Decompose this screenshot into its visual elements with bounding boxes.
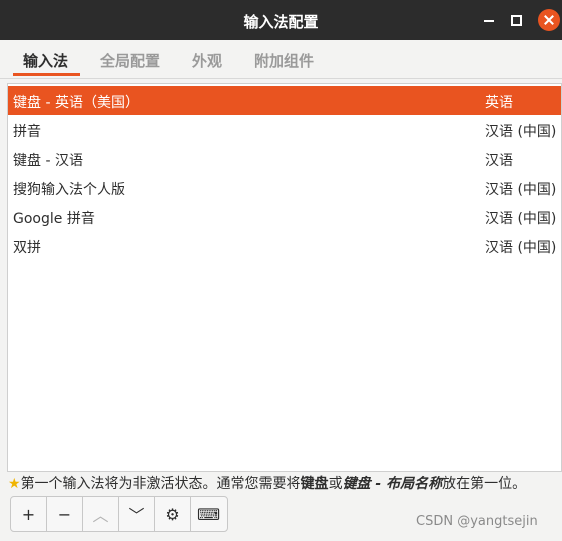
list-item[interactable]: 双拼 汉语 (中国) <box>8 231 561 260</box>
method-language: 汉语 (中国) <box>485 182 557 198</box>
tab-global-config[interactable]: 全局配置 <box>100 50 160 71</box>
window-titlebar: 输入法配置 <box>0 0 562 40</box>
method-language: 英语 <box>485 95 513 111</box>
remove-button[interactable]: − <box>47 497 83 531</box>
maximize-button[interactable] <box>505 9 527 31</box>
method-toolbar: + − ︿ ﹀ ⚙ ⌨ <box>10 496 228 532</box>
active-tab-indicator <box>13 73 80 76</box>
hint-mid: 或 <box>328 476 343 492</box>
list-item[interactable]: Google 拼音 汉语 (中国) <box>8 202 561 231</box>
hint-key2: 键盘 - 布局名称 <box>342 476 443 492</box>
method-language: 汉语 (中国) <box>485 211 557 227</box>
method-language: 汉语 (中国) <box>485 240 557 256</box>
hint-key1: 键盘 <box>300 476 329 492</box>
list-item[interactable]: 拼音 汉语 (中国) <box>8 115 561 144</box>
list-item[interactable]: 键盘 - 汉语 汉语 <box>8 144 561 173</box>
keyboard-layout-button[interactable]: ⌨ <box>191 497 226 531</box>
close-button[interactable] <box>538 9 560 31</box>
watermark: CSDN @yangtsejin <box>416 514 538 529</box>
star-icon: ★ <box>8 476 21 492</box>
move-down-button[interactable]: ﹀ <box>119 497 155 531</box>
method-name: 拼音 <box>13 124 41 140</box>
hint-text: ★第一个输入法将为非激活状态。通常您需要将键盘或键盘 - 布局名称放在第一位。 <box>8 473 562 495</box>
tab-addons[interactable]: 附加组件 <box>254 50 314 71</box>
method-name: 键盘 - 英语（美国） <box>13 95 139 111</box>
list-item[interactable]: 搜狗输入法个人版 汉语 (中国) <box>8 173 561 202</box>
configure-button[interactable]: ⚙ <box>155 497 191 531</box>
method-name: 搜狗输入法个人版 <box>13 182 125 198</box>
move-up-button[interactable]: ︿ <box>83 497 119 531</box>
method-name: 双拼 <box>13 240 41 256</box>
minimize-button[interactable] <box>478 9 500 31</box>
list-item[interactable]: 键盘 - 英语（美国） 英语 <box>8 86 561 115</box>
method-name: 键盘 - 汉语 <box>13 153 83 169</box>
add-button[interactable]: + <box>11 497 47 531</box>
method-name: Google 拼音 <box>13 211 95 227</box>
method-language: 汉语 <box>485 153 513 169</box>
tab-input-methods[interactable]: 输入法 <box>23 50 68 71</box>
hint-prefix: 第一个输入法将为非激活状态。通常您需要将 <box>20 476 301 492</box>
hint-suffix: 放在第一位。 <box>442 476 527 492</box>
input-method-list[interactable]: 键盘 - 英语（美国） 英语 拼音 汉语 (中国) 键盘 - 汉语 汉语 搜狗输… <box>7 83 562 472</box>
tab-appearance[interactable]: 外观 <box>192 50 222 71</box>
tab-bar: 输入法 全局配置 外观 附加组件 <box>0 40 562 79</box>
method-language: 汉语 (中国) <box>485 124 557 140</box>
